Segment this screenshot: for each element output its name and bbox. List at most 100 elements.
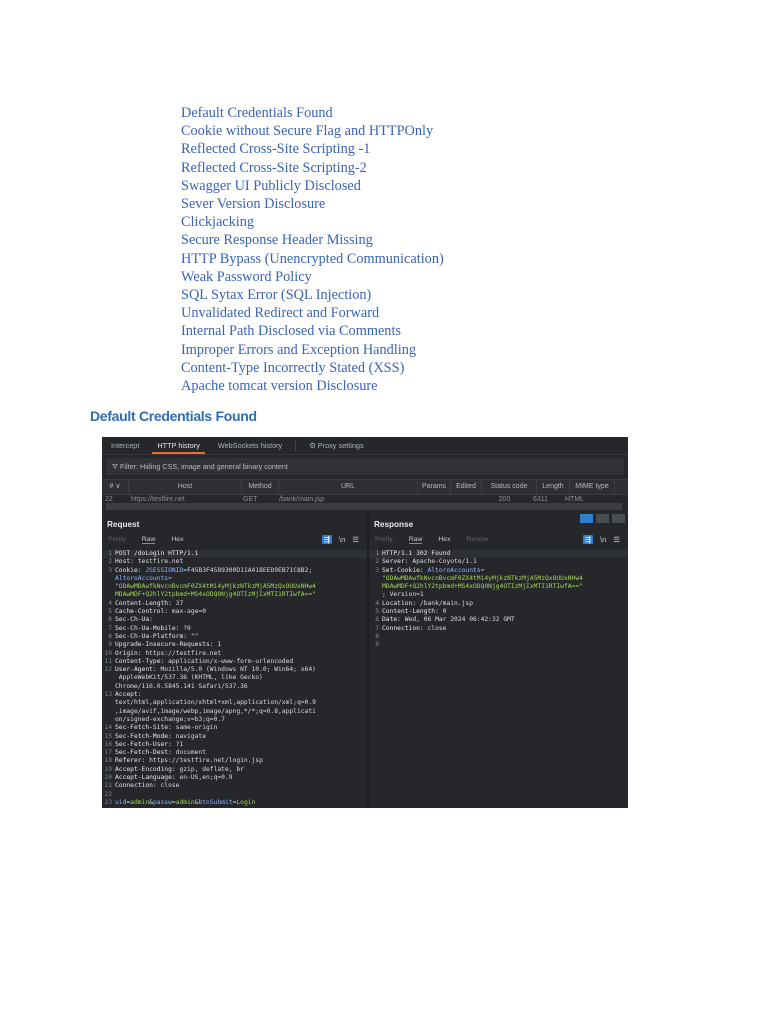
filter-text: Filter: Hiding CSS, image and general bi… bbox=[120, 462, 288, 471]
code-line: Chrome/116.0.5845.141 Safari/537.36 bbox=[102, 683, 367, 691]
code-token: Content-Type: bbox=[115, 657, 169, 665]
code-token: btnSubmit bbox=[198, 798, 233, 806]
column-header[interactable]: MIME type bbox=[570, 480, 615, 494]
column-header[interactable]: # ∨ bbox=[102, 480, 129, 494]
response-editor[interactable]: 1 HTTP/1.1 302 Found 2 Server: Apache-Coyot… bbox=[369, 550, 628, 808]
cell-number: 22 bbox=[105, 496, 113, 503]
toc-link[interactable]: Weak Password Policy bbox=[181, 268, 444, 286]
tab-raw[interactable]: Raw bbox=[408, 536, 423, 544]
code-token: JSESSIONID bbox=[145, 566, 184, 574]
toc-link[interactable]: SQL Sytax Error (SQL Injection) bbox=[181, 286, 444, 304]
toc-link[interactable]: Cookie without Secure Flag and HTTPOnly bbox=[181, 122, 444, 140]
toc-link[interactable]: Reflected Cross-Site Scripting -1 bbox=[181, 140, 444, 158]
code-token: Server: bbox=[382, 558, 413, 566]
layout-tabs-icon[interactable] bbox=[612, 514, 625, 523]
request-editor[interactable]: 1 POST /doLogin HTTP/1.1 2 Host: testfire.n… bbox=[102, 550, 367, 808]
code-line: 12 User-Agent: Mozilla/5.0 (Windows NT 10… bbox=[102, 666, 367, 674]
tab-websockets-history[interactable]: WebSockets history bbox=[209, 437, 291, 454]
code-token: Date: bbox=[382, 616, 405, 624]
column-header[interactable]: Method bbox=[242, 480, 279, 494]
toc-link[interactable]: Sever Version Disclosure bbox=[181, 195, 444, 213]
proxy-settings-button[interactable]: ⚙ Proxy settings bbox=[300, 437, 372, 454]
code-token: admin bbox=[130, 798, 150, 806]
code-token: F45B3F4589300D11A418EED9EB71C8B2 bbox=[187, 566, 309, 574]
line-number: 5 bbox=[375, 608, 379, 616]
code-token: POST /doLogin HTTP/1.1 bbox=[115, 550, 199, 557]
tab-pretty[interactable]: Pretty bbox=[375, 536, 393, 544]
code-line: MDAwMDF+Q2hlY2tpbmd+MS4xODQ0Njg4OTIzMjIx… bbox=[369, 583, 628, 591]
line-number: 8 bbox=[108, 632, 112, 640]
code-token: en-US,en;q=0.9 bbox=[179, 774, 233, 782]
toc-link[interactable]: Improper Errors and Exception Handling bbox=[181, 341, 444, 359]
newline-icon[interactable]: \n bbox=[600, 535, 606, 544]
tab-raw[interactable]: Raw bbox=[141, 536, 156, 544]
burp-screenshot: Intercept HTTP history WebSockets histor… bbox=[102, 437, 628, 808]
code-token: Cache-Control: bbox=[115, 608, 172, 616]
toc-link[interactable]: Unvalidated Redirect and Forward bbox=[181, 304, 444, 322]
line-number bbox=[102, 591, 115, 599]
layout-stacked-icon[interactable] bbox=[596, 514, 609, 523]
code-line: 20 Accept-Language: en-US,en;q=0.9 bbox=[102, 774, 367, 782]
line-number: 15 bbox=[104, 732, 112, 740]
code-line: 17 Sec-Fetch-Dest: document bbox=[102, 749, 367, 757]
code-token: Upgrade-Insecure-Requests: bbox=[115, 641, 218, 649]
code-token: HTTP/1.1 302 Found bbox=[382, 550, 451, 557]
toc-link[interactable]: Swagger UI Publicly Disclosed bbox=[181, 177, 444, 195]
code-line: 14 Sec-Fetch-Site: same-origin bbox=[102, 724, 367, 732]
line-number: 4 bbox=[375, 599, 379, 607]
tab-hex[interactable]: Hex bbox=[171, 536, 183, 544]
toc-link[interactable]: Secure Response Header Missing bbox=[181, 231, 444, 249]
line-number bbox=[102, 575, 115, 583]
code-token: https://testfire.net/login.jsp bbox=[149, 757, 263, 765]
wrap-lines-icon[interactable]: ⇶ bbox=[321, 535, 332, 544]
line-number: 12 bbox=[104, 666, 112, 674]
horizontal-scrollbar[interactable] bbox=[106, 503, 622, 510]
column-header[interactable]: Length bbox=[537, 480, 570, 494]
cell-length: 6311 bbox=[533, 496, 549, 503]
code-line: 3 Cookie: JSESSIONID = F45B3F4589300D11A418… bbox=[102, 567, 367, 575]
toc-link[interactable]: HTTP Bypass (Unencrypted Communication) bbox=[181, 250, 444, 268]
code-token: "" bbox=[190, 632, 199, 640]
newline-icon[interactable]: \n bbox=[339, 535, 345, 544]
code-line: 6 Sec-Ch-Ua: bbox=[102, 616, 367, 624]
response-pane: Response Pretty Raw Hex Render ⇶ \n ☰ 1H… bbox=[369, 510, 628, 808]
code-token: /bank/main.jsp bbox=[419, 599, 473, 607]
filter-bar[interactable]: ⛛ Filter: Hiding CSS, image and general … bbox=[106, 458, 624, 475]
column-header[interactable]: Edited bbox=[451, 480, 482, 494]
code-token: AltoroAccounts= bbox=[427, 566, 485, 574]
tab-intercept[interactable]: Intercept bbox=[102, 437, 148, 454]
tab-render[interactable]: Render bbox=[466, 536, 488, 544]
toc-link[interactable]: Internal Path Disclosed via Comments bbox=[181, 322, 444, 340]
line-number: 21 bbox=[104, 782, 112, 790]
line-number: 17 bbox=[104, 749, 112, 757]
line-number: 14 bbox=[104, 724, 112, 732]
toc-link[interactable]: Default Credentials Found bbox=[181, 104, 444, 122]
tab-pretty[interactable]: Pretty bbox=[108, 536, 126, 544]
column-header[interactable]: Host bbox=[129, 480, 242, 494]
table-row[interactable]: 22 https://testfire.net GET /bank/main.j… bbox=[102, 495, 628, 503]
column-header[interactable]: URL bbox=[279, 480, 418, 494]
toc-link[interactable]: Reflected Cross-Site Scripting-2 bbox=[181, 159, 444, 177]
tab-hex[interactable]: Hex bbox=[438, 536, 450, 544]
toc-link[interactable]: Content-Type Incorrectly Stated (XSS) bbox=[181, 359, 444, 377]
code-token: Content-Length: bbox=[382, 608, 443, 616]
menu-icon[interactable]: ☰ bbox=[352, 535, 359, 544]
code-token: Sec-Ch-Ua-Mobile: bbox=[115, 624, 184, 632]
code-line: 9 Upgrade-Insecure-Requests: 1 bbox=[102, 641, 367, 649]
column-header[interactable]: Status code bbox=[482, 480, 537, 494]
code-token: close bbox=[427, 624, 447, 632]
code-line: 1 POST /doLogin HTTP/1.1 bbox=[102, 550, 367, 559]
code-line: 21 Connection: close bbox=[102, 782, 367, 790]
toc-link[interactable]: Apache tomcat version Disclosure bbox=[181, 377, 444, 395]
code-line: 16 Sec-Fetch-User: ?1 bbox=[102, 741, 367, 749]
toc-link[interactable]: Clickjacking bbox=[181, 213, 444, 231]
layout-side-by-side-icon[interactable] bbox=[580, 514, 593, 523]
wrap-lines-icon[interactable]: ⇶ bbox=[582, 535, 593, 544]
code-token: Sec-Ch-Ua-Platform: bbox=[115, 632, 191, 640]
code-token: uid bbox=[115, 798, 127, 806]
code-line: AltoroAccounts= bbox=[102, 575, 367, 583]
menu-icon[interactable]: ☰ bbox=[613, 535, 620, 544]
column-header[interactable]: Params bbox=[418, 480, 451, 494]
history-table-header: # ∨ Host Method URL Params Edited Status… bbox=[102, 479, 628, 495]
tab-http-history[interactable]: HTTP history bbox=[148, 437, 208, 454]
